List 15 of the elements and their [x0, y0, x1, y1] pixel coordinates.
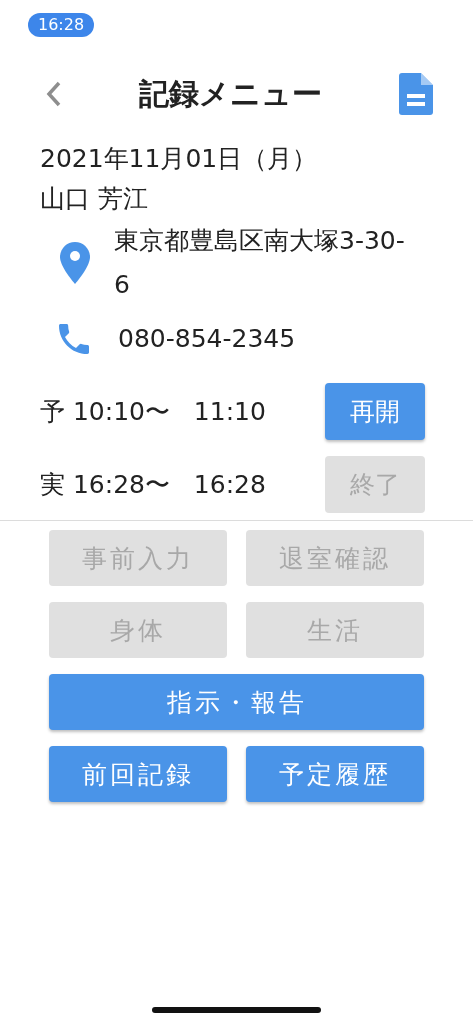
document-icon[interactable] [399, 73, 433, 115]
status-time: 16:28 [28, 13, 95, 37]
address-text: 東京都豊島区南大塚3-30-6 [114, 225, 406, 301]
client-name: 山口 芳江 [40, 183, 149, 215]
back-icon[interactable] [46, 81, 62, 107]
menu-button[interactable]: 予定履歴 [246, 746, 424, 802]
phone-number: 080-854-2345 [118, 323, 296, 355]
screen-title: 記録メニュー [139, 74, 322, 113]
time-range: 予 10:10〜 11:10 [40, 396, 266, 428]
menu-button[interactable]: 前回記録 [49, 746, 227, 802]
menu-button[interactable]: 指示・報告 [49, 674, 424, 730]
visit-date: 2021年11月01日（月） [40, 143, 319, 175]
location-pin-icon [60, 242, 90, 284]
schedule-button[interactable]: 再開 [325, 383, 425, 440]
time-range: 実 16:28〜 16:28 [40, 469, 266, 501]
